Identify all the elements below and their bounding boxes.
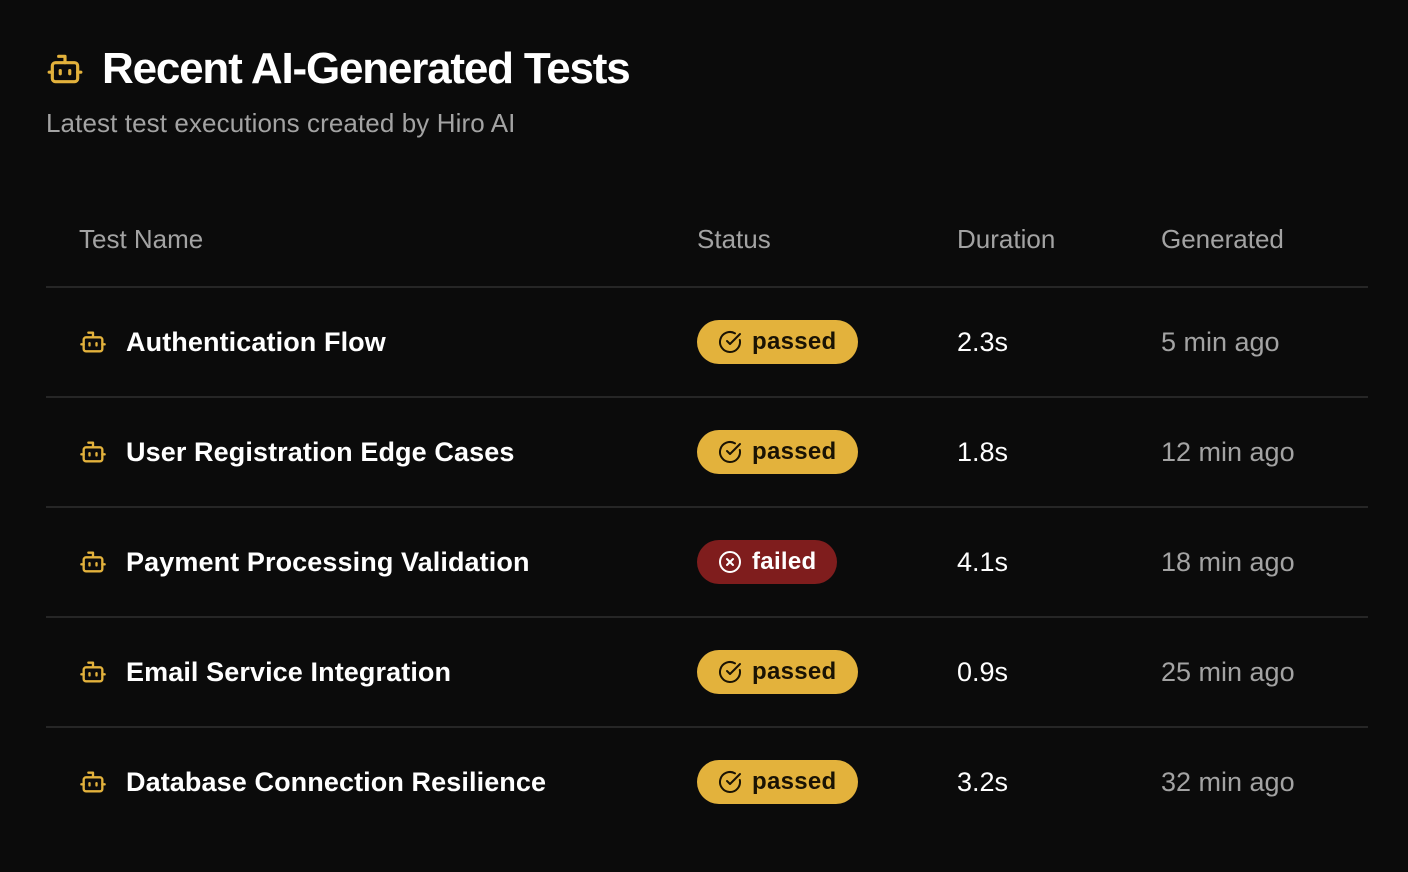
status-cell: failed	[697, 508, 838, 616]
generated-time: 25 min ago	[1161, 656, 1295, 687]
duration-value: 0.9s	[957, 656, 1009, 687]
table-row[interactable]: Email Service Integration passed 0.9s 25…	[46, 618, 1368, 728]
table-row[interactable]: Database Connection Resilience passed 3.…	[46, 728, 1368, 836]
page-subtitle: Latest test executions created by Hiro A…	[46, 108, 516, 138]
check-circle-icon	[718, 660, 742, 684]
status-label: passed	[752, 768, 837, 795]
status-badge: passed	[697, 320, 858, 364]
recent-tests-card: Recent AI-Generated Tests Latest test ex…	[0, 0, 1408, 872]
generated-cell: 12 min ago	[1161, 398, 1295, 506]
generated-time: 32 min ago	[1161, 766, 1295, 797]
status-badge: passed	[697, 650, 858, 694]
test-name[interactable]: Authentication Flow	[126, 327, 386, 358]
title-row: Recent AI-Generated Tests	[46, 40, 631, 98]
column-header-duration[interactable]: Duration	[957, 223, 1055, 255]
x-circle-icon	[718, 550, 742, 574]
table-body: Authentication Flow passed 2.3s 5 min ag…	[46, 288, 1368, 836]
duration-cell: 4.1s	[957, 508, 1008, 616]
table-row[interactable]: User Registration Edge Cases passed 1.8s…	[46, 398, 1368, 508]
table-header: Test Name Status Duration Generated	[46, 190, 1368, 288]
duration-cell: 2.3s	[957, 288, 1008, 396]
status-label: passed	[752, 438, 837, 465]
generated-cell: 25 min ago	[1161, 618, 1295, 726]
duration-value: 4.1s	[957, 546, 1009, 577]
check-circle-icon	[718, 770, 742, 794]
page-title: Recent AI-Generated Tests	[102, 44, 631, 93]
column-header-status[interactable]: Status	[697, 223, 771, 255]
table-row[interactable]: Payment Processing Validation failed 4.1…	[46, 508, 1368, 618]
test-name-cell: Database Connection Resilience	[79, 728, 546, 836]
test-name-cell: Payment Processing Validation	[79, 508, 530, 616]
generated-cell: 18 min ago	[1161, 508, 1295, 616]
tests-table: Test Name Status Duration Generated Auth…	[46, 190, 1368, 836]
generated-time: 12 min ago	[1161, 436, 1295, 467]
robot-icon	[79, 437, 109, 467]
generated-time: 5 min ago	[1161, 326, 1280, 357]
duration-value: 1.8s	[957, 436, 1009, 467]
duration-value: 3.2s	[957, 766, 1009, 797]
status-label: failed	[752, 548, 817, 575]
generated-cell: 5 min ago	[1161, 288, 1280, 396]
status-cell: passed	[697, 288, 858, 396]
test-name[interactable]: Email Service Integration	[126, 657, 451, 688]
status-badge: passed	[697, 430, 858, 474]
robot-icon	[79, 327, 109, 357]
test-name-cell: Email Service Integration	[79, 618, 451, 726]
check-circle-icon	[718, 330, 742, 354]
status-badge: passed	[697, 760, 858, 804]
test-name[interactable]: User Registration Edge Cases	[126, 437, 514, 468]
test-name-cell: Authentication Flow	[79, 288, 386, 396]
test-name[interactable]: Payment Processing Validation	[126, 547, 530, 578]
robot-icon	[79, 547, 109, 577]
robot-icon	[79, 657, 109, 687]
status-cell: passed	[697, 618, 858, 726]
status-cell: passed	[697, 398, 858, 506]
status-label: passed	[752, 328, 837, 355]
test-name-cell: User Registration Edge Cases	[79, 398, 514, 506]
duration-cell: 1.8s	[957, 398, 1008, 506]
generated-cell: 32 min ago	[1161, 728, 1295, 836]
generated-time: 18 min ago	[1161, 546, 1295, 577]
robot-icon	[46, 49, 86, 89]
robot-icon	[79, 767, 109, 797]
status-cell: passed	[697, 728, 858, 836]
column-header-test-name[interactable]: Test Name	[79, 223, 203, 255]
duration-cell: 3.2s	[957, 728, 1008, 836]
table-row[interactable]: Authentication Flow passed 2.3s 5 min ag…	[46, 288, 1368, 398]
duration-value: 2.3s	[957, 326, 1009, 357]
status-label: passed	[752, 658, 837, 685]
card-header: Recent AI-Generated Tests Latest test ex…	[46, 40, 631, 139]
test-name[interactable]: Database Connection Resilience	[126, 767, 546, 798]
status-badge: failed	[697, 540, 838, 584]
check-circle-icon	[718, 440, 742, 464]
duration-cell: 0.9s	[957, 618, 1008, 726]
column-header-generated[interactable]: Generated	[1161, 223, 1284, 255]
